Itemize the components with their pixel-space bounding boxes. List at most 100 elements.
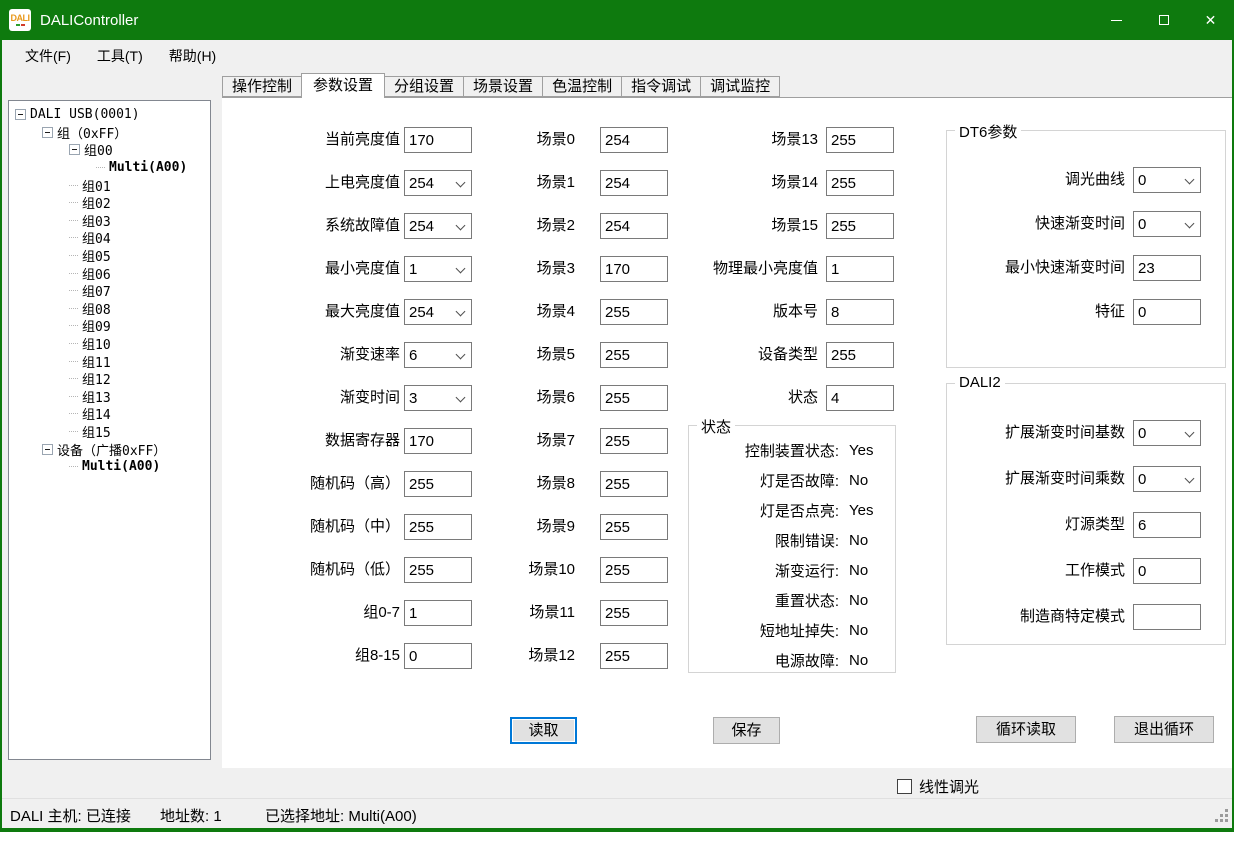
param-combo[interactable]: 0 [1133,211,1201,237]
maximize-button[interactable] [1140,0,1187,40]
param-input[interactable] [404,428,472,454]
tree-expander-icon[interactable] [15,109,26,120]
status-label: 渐变运行: [689,560,839,581]
tree-item-0[interactable]: DALI USB(0001) [9,106,210,124]
param-combo[interactable]: 254 [404,299,472,325]
tree-item-1[interactable]: 组（0xFF） [9,124,210,142]
loop-read-button[interactable]: 循环读取 [976,716,1076,743]
tree-item-20[interactable]: Multi(A00) [9,458,210,476]
param-input[interactable] [600,299,668,325]
param-input[interactable] [404,557,472,583]
param-input[interactable] [600,643,668,669]
tab-2[interactable]: 分组设置 [384,76,464,97]
status-rows: 控制装置状态:Yes灯是否故障:No灯是否点亮:Yes限制错误:No渐变运行:N… [689,426,895,675]
save-button[interactable]: 保存 [713,717,780,744]
tab-0[interactable]: 操作控制 [222,76,302,97]
param-input[interactable] [600,385,668,411]
chevron-down-icon [456,350,466,360]
tab-1[interactable]: 参数设置 [301,73,385,98]
param-combo[interactable]: 6 [404,342,472,368]
param-combo[interactable]: 254 [404,170,472,196]
read-button[interactable]: 读取 [510,717,577,744]
param-combo[interactable]: 0 [1133,167,1201,193]
param-input[interactable] [404,127,472,153]
tree-item-17[interactable]: 组14 [9,405,210,423]
tree-item-2[interactable]: 组00 [9,141,210,159]
param-row: 场景2 [505,213,668,239]
param-input[interactable] [600,127,668,153]
param-combo[interactable]: 0 [1133,466,1201,492]
exit-loop-button[interactable]: 退出循环 [1114,716,1214,743]
menu-item-2[interactable]: 帮助(H) [156,40,229,72]
menu-item-1[interactable]: 工具(T) [84,40,156,72]
param-input[interactable] [1133,299,1201,325]
tab-5[interactable]: 指令调试 [621,76,701,97]
tree-item-11[interactable]: 组08 [9,300,210,318]
tree-connector [69,466,78,467]
tree-item-7[interactable]: 组04 [9,229,210,247]
status-label: 重置状态: [689,590,839,611]
param-input[interactable] [600,428,668,454]
param-input[interactable] [404,600,472,626]
tree-expander-icon[interactable] [42,444,53,455]
param-input[interactable] [826,213,894,239]
param-label: 场景9 [505,514,575,540]
tree-item-18[interactable]: 组15 [9,423,210,441]
param-row: 场景0 [505,127,668,153]
param-input[interactable] [600,557,668,583]
tree-item-12[interactable]: 组09 [9,317,210,335]
tree-item-4[interactable]: 组01 [9,176,210,194]
param-input[interactable] [600,600,668,626]
param-input[interactable] [600,342,668,368]
param-input[interactable] [600,170,668,196]
param-input[interactable] [826,256,894,282]
param-input[interactable] [404,514,472,540]
param-input[interactable] [600,213,668,239]
tree-expander-icon[interactable] [42,127,53,138]
tree-item-9[interactable]: 组06 [9,264,210,282]
tree-expander-icon[interactable] [69,144,80,155]
close-button[interactable]: ✕ [1187,0,1234,40]
tree-item-6[interactable]: 组03 [9,212,210,230]
tree-item-5[interactable]: 组02 [9,194,210,212]
linear-dimming-checkbox[interactable]: 线性调光 [897,776,979,797]
tree-item-19[interactable]: 设备（广播0xFF） [9,440,210,458]
param-input[interactable] [600,256,668,282]
tree-item-14[interactable]: 组11 [9,352,210,370]
param-input[interactable] [1133,255,1201,281]
param-input[interactable] [404,471,472,497]
tree-item-16[interactable]: 组13 [9,388,210,406]
param-label: 当前亮度值 [230,127,400,153]
param-input[interactable] [1133,604,1201,630]
param-input[interactable] [600,471,668,497]
tree-item-13[interactable]: 组10 [9,335,210,353]
resize-grip[interactable] [1213,807,1229,823]
param-input[interactable] [826,299,894,325]
param-combo[interactable]: 254 [404,213,472,239]
tree-item-10[interactable]: 组07 [9,282,210,300]
param-label: 制造商特定模式 [947,604,1125,630]
param-input[interactable] [826,170,894,196]
chevron-down-icon [456,393,466,403]
minimize-button[interactable] [1093,0,1140,40]
tree-item-15[interactable]: 组12 [9,370,210,388]
menu-item-0[interactable]: 文件(F) [12,40,84,72]
tab-4[interactable]: 色温控制 [542,76,622,97]
tree-item-8[interactable]: 组05 [9,247,210,265]
tree-item-3[interactable]: Multi(A00) [9,159,210,177]
status-value: Yes [849,442,873,459]
param-combo[interactable]: 3 [404,385,472,411]
param-input[interactable] [1133,558,1201,584]
param-input[interactable] [826,127,894,153]
param-row: 场景4 [505,299,668,325]
param-combo[interactable]: 1 [404,256,472,282]
tab-6[interactable]: 调试监控 [700,76,780,97]
param-input[interactable] [600,514,668,540]
param-combo[interactable]: 0 [1133,420,1201,446]
param-input[interactable] [1133,512,1201,538]
tab-3[interactable]: 场景设置 [463,76,543,97]
param-input[interactable] [404,643,472,669]
param-input[interactable] [826,385,894,411]
param-input[interactable] [826,342,894,368]
status-value: No [849,532,868,549]
